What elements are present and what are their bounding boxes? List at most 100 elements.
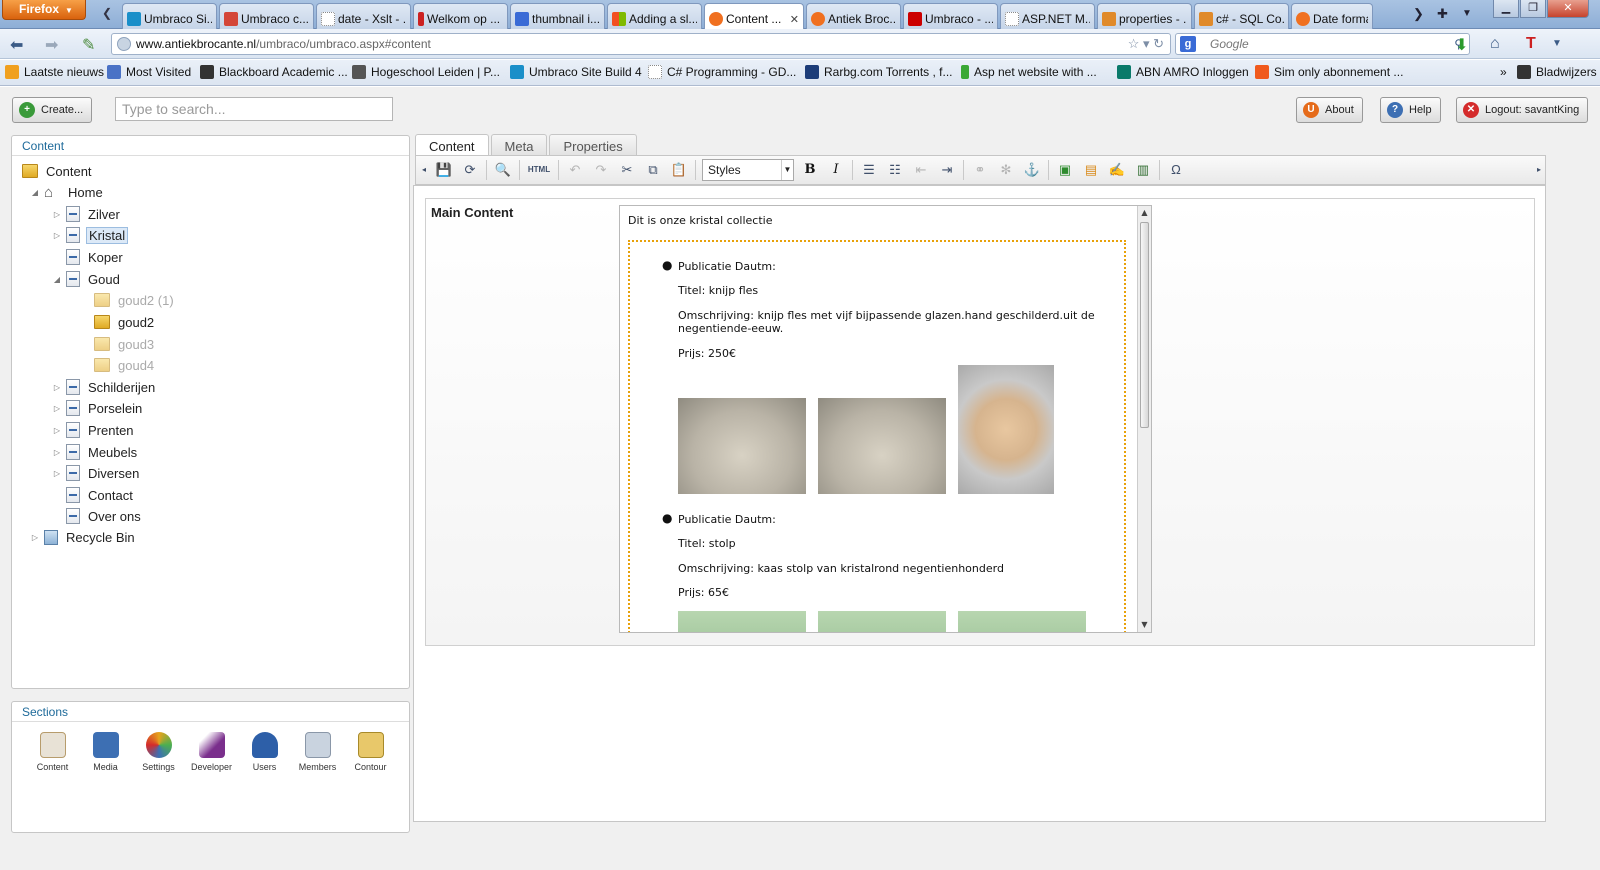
numbered-list-icon[interactable]: ☷ [885, 160, 905, 180]
section-media[interactable]: Media [83, 732, 128, 772]
section-developer[interactable]: Developer [189, 732, 234, 772]
redo-icon[interactable]: ↷ [591, 160, 611, 180]
tree-node-goud4[interactable]: goud4 [94, 356, 156, 374]
bookmark-item[interactable]: Laatste nieuws [5, 65, 104, 79]
expand-arrow-icon[interactable]: ▷ [52, 210, 62, 219]
link-icon[interactable]: ⚭ [970, 160, 990, 180]
site-identity-icon[interactable] [117, 37, 131, 51]
insert-macro-icon[interactable]: ▥ [1133, 160, 1153, 180]
bookmark-item[interactable]: Asp net website with ... [961, 65, 1097, 79]
preview-icon[interactable]: 🔍 [493, 160, 513, 180]
collapse-arrow-icon[interactable]: ◢ [30, 188, 40, 197]
toolbar-scroll-left-icon[interactable]: ◂ [420, 160, 428, 180]
tab-scroll-right-icon[interactable]: ❯ [1413, 6, 1424, 22]
special-character-icon[interactable]: Ω [1166, 160, 1186, 180]
search-bar[interactable]: g Google ⚲ [1175, 33, 1470, 55]
collapse-arrow-icon[interactable]: ◢ [52, 275, 62, 284]
scroll-up-icon[interactable]: ▲ [1138, 206, 1151, 220]
maximize-icon[interactable]: ❐ [1520, 0, 1546, 18]
paste-icon[interactable]: 📋 [669, 160, 689, 180]
tab[interactable]: Welkom op ... [413, 3, 508, 29]
forward-icon[interactable]: ➡ [45, 35, 58, 55]
save-and-publish-icon[interactable]: ⟳ [460, 160, 480, 180]
expand-arrow-icon[interactable]: ▷ [52, 404, 62, 413]
product-photo-plate[interactable] [958, 365, 1054, 494]
tree-node-recycle-bin[interactable]: ▷ Recycle Bin [30, 528, 137, 546]
tree-node-diversen[interactable]: ▷ Diversen [52, 464, 141, 482]
insert-media-icon[interactable]: ▤ [1081, 160, 1101, 180]
tab-properties[interactable]: Properties [549, 134, 637, 156]
tab-meta[interactable]: Meta [490, 134, 548, 156]
section-settings[interactable]: Settings [136, 732, 181, 772]
outdent-icon[interactable]: ⇤ [911, 160, 931, 180]
all-tabs-icon[interactable]: ▼ [1462, 8, 1472, 19]
save-icon[interactable]: 💾 [434, 160, 454, 180]
rte-scrollbar[interactable]: ▲ ▼ [1137, 206, 1151, 632]
cut-icon[interactable]: ✂ [617, 160, 637, 180]
chevron-down-icon[interactable]: ▼ [1552, 38, 1562, 49]
expand-arrow-icon[interactable]: ▷ [52, 426, 62, 435]
google-icon[interactable]: g [1180, 36, 1196, 52]
tree-node-zilver[interactable]: ▷ Zilver [52, 205, 122, 223]
html-source-icon[interactable]: HTML [526, 160, 552, 180]
expand-arrow-icon[interactable]: ▷ [30, 533, 40, 542]
undo-icon[interactable]: ↶ [565, 160, 585, 180]
anchor-icon[interactable]: ⚓ [1022, 160, 1042, 180]
tab[interactable]: c# - SQL Co... [1194, 3, 1289, 29]
tab[interactable]: date - Xslt - ... [316, 3, 411, 29]
tab[interactable]: Umbraco - ... [903, 3, 998, 29]
bookmark-item[interactable]: ABN AMRO Inloggen [1117, 65, 1249, 79]
toolbar-scroll-right-icon[interactable]: ▸ [1535, 160, 1543, 180]
scroll-down-icon[interactable]: ▼ [1138, 618, 1151, 632]
about-button[interactable]: U About [1296, 97, 1363, 123]
section-members[interactable]: Members [295, 732, 340, 772]
italic-icon[interactable]: I [826, 160, 846, 180]
bookmark-item[interactable]: C# Programming - GD... [648, 65, 796, 79]
bullet-list-icon[interactable]: ☰ [859, 160, 879, 180]
expand-arrow-icon[interactable]: ▷ [52, 469, 62, 478]
tree-node-meubels[interactable]: ▷ Meubels [52, 443, 139, 461]
product-photo-carafe[interactable] [818, 398, 946, 494]
expand-arrow-icon[interactable]: ▷ [52, 383, 62, 392]
tree-node-goud2[interactable]: goud2 [94, 313, 156, 331]
section-users[interactable]: Users [242, 732, 287, 772]
tree-node-goud[interactable]: ◢ Goud [52, 270, 122, 288]
tree-node-goud3[interactable]: goud3 [94, 335, 156, 353]
section-contour[interactable]: Contour [348, 732, 393, 772]
product-photo-carafe-set[interactable] [678, 398, 806, 494]
tree-node-kristal[interactable]: ▷ Kristal [52, 226, 129, 244]
tab[interactable]: Umbraco c... [219, 3, 314, 29]
url-bar[interactable]: www.antiekbrocante.nl/umbraco/umbraco.as… [111, 33, 1171, 55]
search-input[interactable]: Type to search... [115, 97, 393, 121]
new-tab-icon[interactable]: ✚ [1437, 6, 1448, 22]
bookmark-item[interactable]: Most Visited [107, 65, 191, 79]
tree-node-home[interactable]: ◢ ⌂ Home [30, 183, 105, 201]
bookmarks-overflow-icon[interactable]: » [1500, 65, 1507, 79]
create-button[interactable]: + Create... [12, 97, 93, 123]
addon-icon[interactable]: ✎ [82, 35, 95, 55]
styles-dropdown[interactable]: Styles ▼ [702, 159, 794, 181]
tab[interactable]: properties - ... [1097, 3, 1192, 29]
section-content[interactable]: Content [30, 732, 75, 772]
help-button[interactable]: ? Help [1380, 97, 1441, 123]
tree-node-prenten[interactable]: ▷ Prenten [52, 421, 136, 439]
unlink-icon[interactable]: ✻ [996, 160, 1016, 180]
tree-node-goud2-1[interactable]: goud2 (1) [94, 291, 176, 309]
tab[interactable]: ASP.NET M... [1000, 3, 1095, 29]
download-icon[interactable]: ⬇ [1455, 35, 1468, 55]
tab[interactable]: Antiek Broc... [806, 3, 901, 29]
firefox-menu-button[interactable]: Firefox ▼ [2, 0, 86, 20]
home-icon[interactable]: ⌂ [1490, 35, 1500, 53]
tab[interactable]: thumbnail i... [510, 3, 605, 29]
logout-button[interactable]: ✕ Logout: savantKing [1456, 97, 1589, 123]
bookmark-item[interactable]: Hogeschool Leiden | P... [352, 65, 500, 79]
back-icon[interactable]: ⬅ [10, 35, 23, 55]
insert-form-icon[interactable]: ✍ [1107, 160, 1127, 180]
product-photo-bell-jar[interactable] [678, 611, 806, 632]
product-photo-bell-jar[interactable] [818, 611, 946, 632]
toolbar-t-icon[interactable]: T [1526, 35, 1536, 53]
expand-arrow-icon[interactable]: ▷ [52, 231, 62, 240]
tree-node-contact[interactable]: Contact [52, 486, 135, 504]
tab[interactable]: Date format [1291, 3, 1373, 29]
product-photo-bell-jar[interactable] [958, 611, 1086, 632]
